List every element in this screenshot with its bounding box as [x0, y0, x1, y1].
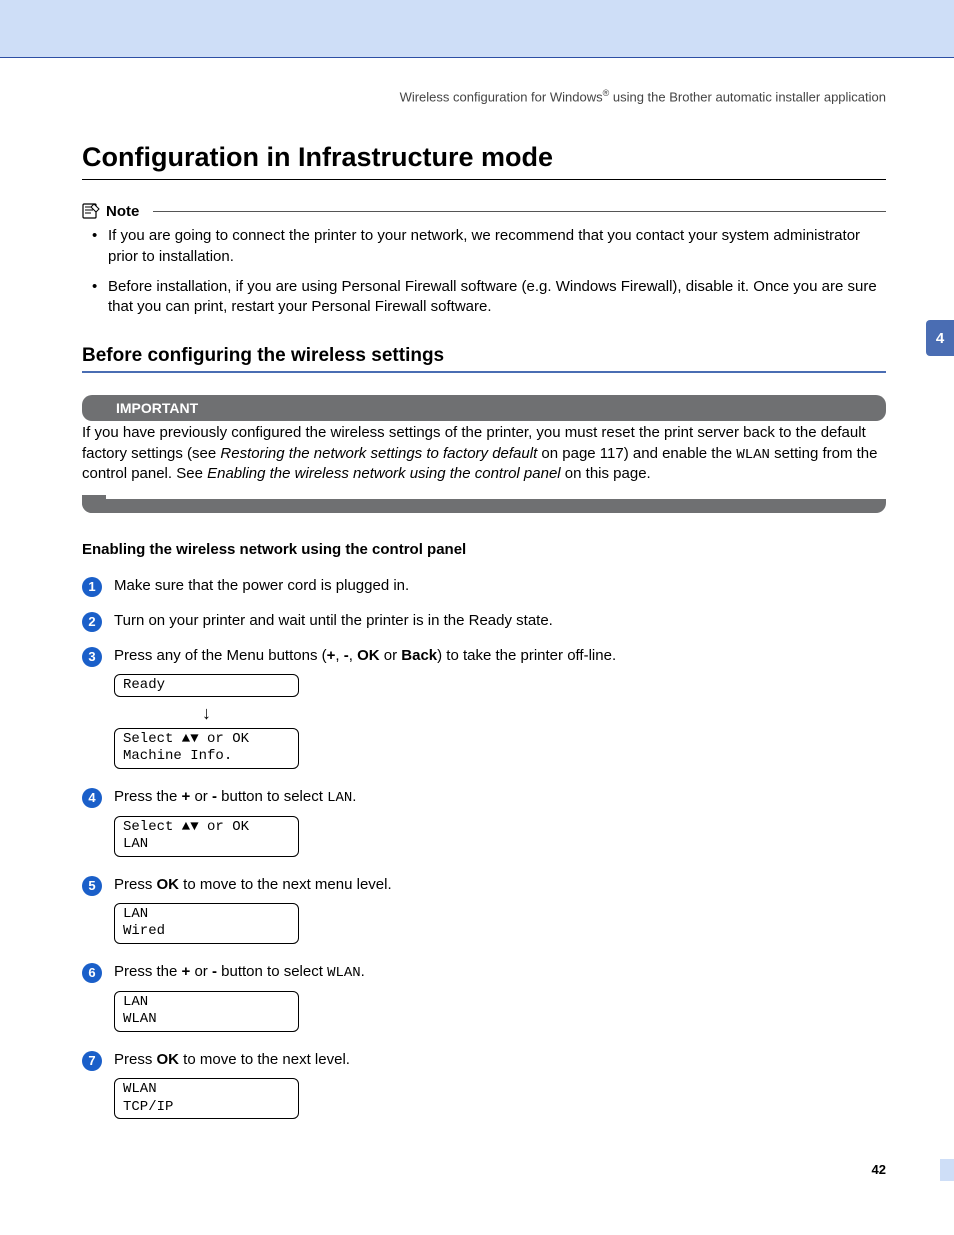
note-item: If you are going to connect the printer … — [96, 226, 886, 267]
note-icon — [82, 202, 100, 220]
top-band — [0, 0, 954, 58]
subsection-heading: Enabling the wireless network using the … — [82, 541, 886, 558]
lcd-display: LAN Wired — [114, 903, 299, 944]
step-7: 7 Press OK to move to the next level. WL… — [82, 1050, 886, 1123]
important-footer-bar — [82, 499, 886, 513]
lcd-display: Select ▲▼ or OK Machine Info. — [114, 728, 299, 769]
section-heading: Before configuring the wireless settings — [82, 345, 886, 367]
step-5: 5 Press OK to move to the next menu leve… — [82, 875, 886, 948]
note-rule — [153, 211, 886, 212]
note-item: Before installation, if you are using Pe… — [96, 277, 886, 318]
step-number-icon: 2 — [82, 612, 102, 632]
step-1: 1 Make sure that the power cord is plugg… — [82, 576, 886, 597]
note-title: Note — [106, 203, 139, 220]
lcd-display: Ready — [114, 674, 299, 698]
title-rule — [82, 179, 886, 180]
note-block: Note If you are going to connect the pri… — [82, 202, 886, 317]
page-title: Configuration in Infrastructure mode — [82, 142, 886, 173]
page-number: 42 — [872, 1162, 886, 1177]
down-arrow-icon: ↓ — [114, 697, 299, 727]
step-3: 3 Press any of the Menu buttons (+, -, O… — [82, 646, 886, 773]
header-left: Wireless configuration for Windows — [400, 89, 603, 104]
step-number-icon: 3 — [82, 647, 102, 667]
important-body: If you have previously configured the wi… — [82, 423, 886, 484]
step-number-icon: 5 — [82, 876, 102, 896]
step-number-icon: 4 — [82, 788, 102, 808]
reference-link[interactable]: Restoring the network settings to factor… — [220, 445, 537, 462]
lcd-display: WLAN TCP/IP — [114, 1078, 299, 1119]
step-4: 4 Press the + or - button to select LAN.… — [82, 787, 886, 861]
running-header: Wireless configuration for Windows® usin… — [0, 58, 954, 104]
reference-link[interactable]: Enabling the wireless network using the … — [207, 465, 561, 482]
page-number-tab — [940, 1159, 954, 1181]
note-list: If you are going to connect the printer … — [82, 226, 886, 317]
step-6: 6 Press the + or - button to select WLAN… — [82, 962, 886, 1036]
step-2: 2 Turn on your printer and wait until th… — [82, 611, 886, 632]
lcd-display: Select ▲▼ or OK LAN — [114, 816, 299, 857]
step-number-icon: 6 — [82, 963, 102, 983]
step-number-icon: 7 — [82, 1051, 102, 1071]
chapter-tab: 4 — [926, 320, 954, 356]
important-bar: IMPORTANT — [82, 395, 886, 421]
section-rule — [82, 371, 886, 373]
header-right: using the Brother automatic installer ap… — [609, 89, 886, 104]
step-number-icon: 1 — [82, 577, 102, 597]
lcd-display: LAN WLAN — [114, 991, 299, 1032]
